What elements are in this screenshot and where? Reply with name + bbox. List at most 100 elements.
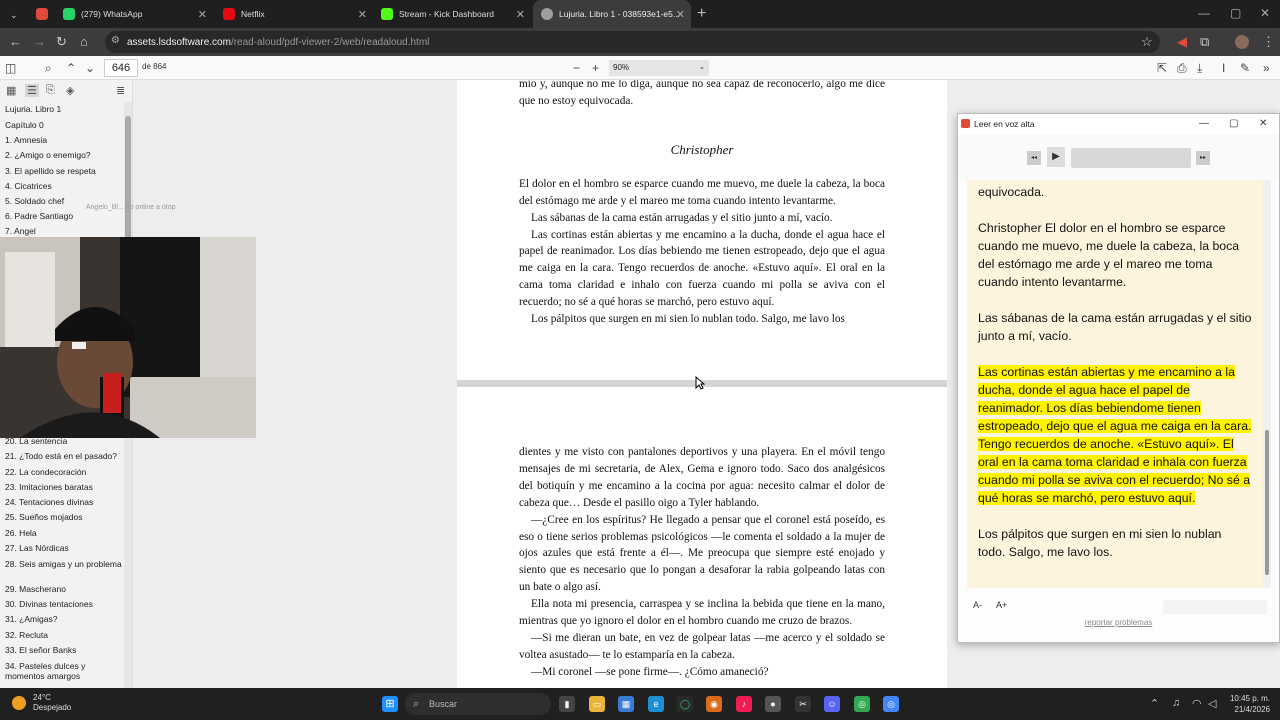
tab-netflix[interactable]: Netflix ✕ — [215, 0, 373, 28]
text-cursor-icon[interactable]: I — [1222, 61, 1225, 75]
close-icon[interactable]: ✕ — [1259, 114, 1267, 134]
outline-item[interactable]: 21. ¿Todo está en el pasado? — [5, 451, 122, 461]
outline-item[interactable]: 27. Las Nórdicas — [5, 543, 122, 553]
report-issues-link[interactable]: reportar problemas — [958, 618, 1279, 627]
zoom-out-icon[interactable]: − — [573, 61, 580, 75]
outline-item[interactable]: 29. Mascherano — [5, 584, 122, 594]
play-button[interactable]: ▶ — [1047, 147, 1065, 167]
outline-item[interactable]: 34. Pasteles dulces y momentos amargos — [5, 661, 122, 681]
maximize-icon[interactable]: ▢ — [1230, 6, 1241, 20]
more-tools-icon[interactable]: » — [1263, 61, 1270, 75]
read-aloud-extension-icon[interactable]: ◀ — [1177, 34, 1187, 50]
outline-item[interactable]: Capítulo 0 — [5, 120, 122, 130]
outline-item[interactable]: 22. La condecoración — [5, 467, 122, 477]
file-explorer-icon[interactable]: ▭ — [589, 696, 605, 712]
outline-item[interactable]: 32. Recluta — [5, 630, 122, 640]
discord-icon[interactable]: ☺ — [824, 696, 840, 712]
zoom-select[interactable]: 90% ⌄ — [609, 60, 709, 76]
chrome-profile-icon[interactable]: ◎ — [883, 696, 899, 712]
download-icon[interactable]: ⤓ — [1197, 61, 1202, 75]
layers-icon[interactable]: ◈ — [66, 84, 74, 97]
reload-icon[interactable]: ↻ — [56, 34, 67, 50]
outline-item[interactable]: 31. ¿Amigas? — [5, 614, 122, 624]
tiktok-icon[interactable]: ♪ — [736, 696, 752, 712]
profile-avatar[interactable] — [1235, 35, 1249, 49]
store-icon[interactable]: ▦ — [618, 696, 634, 712]
outline-item[interactable]: 23. Imitaciones baratas — [5, 482, 122, 492]
page-number-input[interactable]: 646 — [104, 59, 138, 77]
font-increase-button[interactable]: A+ — [996, 600, 1007, 610]
firefox-icon[interactable]: ◉ — [706, 696, 722, 712]
outline-item[interactable]: 26. Hela — [5, 528, 122, 538]
outline-item[interactable]: 7. Angel — [5, 226, 122, 236]
close-icon[interactable]: ✕ — [198, 8, 207, 21]
close-icon[interactable]: ✕ — [358, 8, 367, 21]
tray-chevron-icon[interactable]: ⌃ — [1150, 697, 1159, 710]
volume-icon[interactable]: ◁ — [1208, 697, 1216, 710]
read-aloud-scrollbar[interactable] — [1263, 180, 1271, 588]
obs-icon[interactable]: ● — [765, 696, 781, 712]
chrome-icon[interactable]: ◎ — [854, 696, 870, 712]
outline-item[interactable]: 2. ¿Amigo o enemigo? — [5, 150, 122, 160]
forward-icon[interactable]: → — [33, 34, 46, 50]
rewind-icon[interactable]: ◂◂ — [1027, 151, 1041, 165]
print-icon[interactable]: ⎙ — [1177, 61, 1187, 75]
next-page-icon[interactable]: ⌄ — [85, 61, 95, 75]
outline-icon[interactable]: ☰ — [25, 84, 39, 97]
tab-kick-dashboard[interactable]: Stream - Kick Dashboard ✕ — [373, 0, 531, 28]
taskbar-search[interactable]: ⌕ Buscar — [405, 693, 551, 715]
minimize-icon[interactable]: — — [1199, 114, 1209, 134]
current-outline-icon[interactable]: ≣ — [116, 84, 125, 97]
home-icon[interactable]: ⌂ — [80, 34, 88, 50]
tab-lujuria-libro[interactable]: Lujuria. Libro 1 - 038593e1-e5... ✕ — [533, 0, 691, 28]
forward-icon[interactable]: ▸▸ — [1196, 151, 1210, 165]
search-icon[interactable]: ⌕ — [45, 61, 52, 75]
edge-icon[interactable]: e — [648, 696, 664, 712]
wifi-icon[interactable]: ◠ — [1192, 697, 1202, 710]
menu-icon[interactable]: ⋮ — [1262, 34, 1275, 50]
outline-item[interactable]: 1. Amnesia — [5, 135, 122, 145]
sidebar-toggle-icon[interactable]: ◫ — [5, 61, 16, 75]
outline-item[interactable]: 25. Sueños mojados — [5, 512, 122, 522]
outline-item[interactable]: 4. Cicatrices — [5, 181, 122, 191]
outline-item[interactable]: Lujuria. Libro 1 — [5, 104, 122, 114]
thumbnails-icon[interactable]: ▦ — [6, 84, 16, 97]
close-window-icon[interactable]: ✕ — [1260, 6, 1270, 20]
previous-page-icon[interactable]: ⌃ — [66, 61, 76, 75]
speed-slider[interactable] — [1163, 600, 1267, 614]
outline-item[interactable]: 33. El señor Banks — [5, 645, 122, 655]
outline-item[interactable]: 6. Padre Santiago — [5, 211, 122, 221]
attachments-icon[interactable]: ⎘ — [46, 84, 55, 97]
open-file-icon[interactable]: ⇱ — [1157, 61, 1167, 75]
zoom-in-icon[interactable]: + — [592, 61, 599, 75]
pinned-tab-icon[interactable] — [36, 8, 48, 20]
new-tab-button[interactable]: + — [697, 5, 706, 23]
capcut-icon[interactable]: ✂ — [795, 696, 811, 712]
draw-icon[interactable]: ✎ — [1240, 61, 1250, 75]
close-icon[interactable]: ✕ — [516, 8, 525, 21]
font-decrease-button[interactable]: A- — [973, 600, 982, 610]
site-info-icon[interactable]: ⚙ — [111, 35, 120, 46]
read-aloud-window: Leer en voz alta — ▢ ✕ ◂◂ ▶ ▸▸ equivocad… — [957, 113, 1280, 643]
outline-item[interactable]: 30. Divinas tentaciones — [5, 599, 122, 609]
outline-item[interactable]: 24. Tentaciones divinas — [5, 497, 122, 507]
system-clock[interactable]: 10:45 p. m. 21/4/2026 — [1226, 693, 1270, 715]
playback-progress[interactable] — [1071, 148, 1191, 168]
tab-search-icon[interactable]: ⌄ — [10, 7, 18, 23]
outline-item[interactable]: 28. Seis amigas y un problema — [5, 559, 122, 569]
extensions-icon[interactable]: ⧉ — [1200, 34, 1209, 50]
whatsapp-icon[interactable]: ◯ — [677, 696, 693, 712]
windows-start-icon[interactable]: ⊞ — [382, 696, 398, 712]
close-icon[interactable]: ✕ — [676, 8, 685, 21]
outline-item[interactable]: 3. El apellido se respeta — [5, 166, 122, 176]
bookmark-star-icon[interactable]: ☆ — [1141, 34, 1153, 50]
tab-whatsapp[interactable]: (279) WhatsApp ✕ — [55, 0, 213, 28]
back-icon[interactable]: ← — [9, 34, 22, 50]
microphone-icon[interactable]: ♫ — [1172, 697, 1180, 709]
url-path: /read-aloud/pdf-viewer-2/web/readaloud.h… — [230, 36, 430, 48]
minimize-icon[interactable]: — — [1198, 6, 1210, 20]
task-view-icon[interactable]: ▮ — [559, 696, 575, 712]
scrollbar-thumb[interactable] — [1265, 430, 1269, 575]
address-bar[interactable]: ⚙ assets.lsdsoftware.com/read-aloud/pdf-… — [105, 31, 1160, 53]
maximize-icon[interactable]: ▢ — [1229, 114, 1238, 134]
